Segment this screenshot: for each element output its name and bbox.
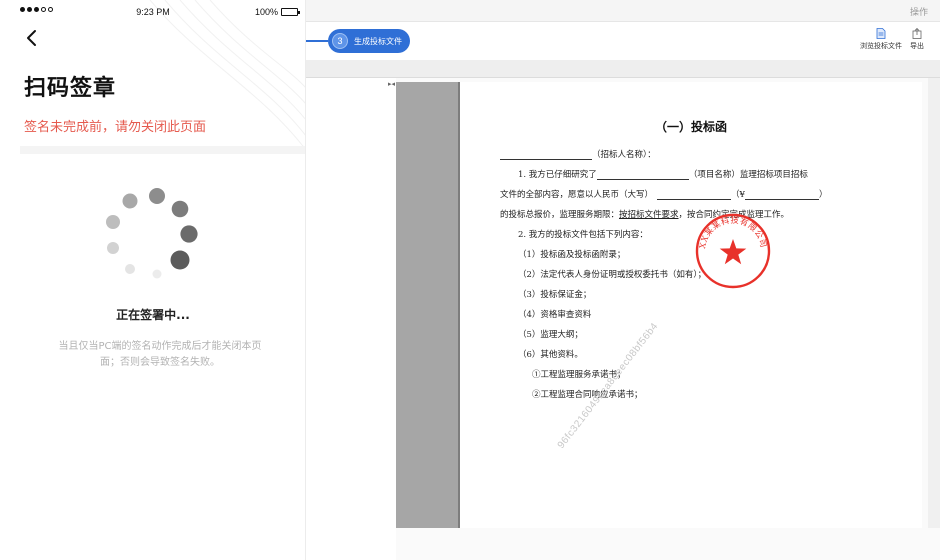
document-watermark: 96fc3216049bca8eeec08bf56b4: [555, 320, 661, 451]
recipient-suffix: （招标人名称）：: [592, 150, 656, 160]
doc-item-3: （3）投标保证金；: [518, 290, 592, 300]
signing-note: 当且仅当PC端的签名动作完成后才能关闭本页面；否则会导致签名失败。: [58, 341, 262, 368]
doc-item-1: （1）投标函及投标函附录；: [518, 250, 626, 260]
export-button[interactable]: 导出: [910, 28, 924, 51]
doc-item-4: （4）资格审查资料: [518, 310, 592, 320]
status-bar: 9:23 PM 100%: [0, 0, 305, 24]
doc-item-5: （5）监理大纲；: [518, 330, 583, 340]
operation-label[interactable]: 操作: [910, 5, 928, 18]
battery-percent: 100%: [254, 7, 278, 17]
document-gray-rail: [396, 82, 460, 528]
doc-item-6: （6）其他资料。: [518, 350, 583, 360]
company-seal: XX某某科技有限公司: [695, 213, 771, 289]
doc-recipient-line: （招标人名称）：: [500, 148, 656, 160]
spinner-dot: [171, 200, 189, 218]
warning-text: 签名未完成前，请勿关闭此页面: [24, 120, 207, 135]
desktop-toolbar: 3 生成投标文件 浏览投标文件 导出: [306, 22, 940, 60]
page-title: 扫码签章: [24, 76, 117, 101]
spinner-dot: [107, 242, 119, 254]
export-label: 导出: [910, 42, 924, 50]
back-arrow-icon[interactable]: [24, 28, 40, 48]
doc-p2: 2. 我方的投标文件包括下列内容：: [518, 230, 648, 240]
p1-l2-a: 文件的全部内容，愿意以人民币（大写）: [500, 190, 654, 200]
doc-p1-line2: 文件的全部内容，愿意以人民币（大写） （¥ ）: [500, 188, 827, 200]
step-number: 3: [332, 33, 348, 49]
document-scrollbar[interactable]: [928, 78, 940, 560]
spinner-dot: [152, 269, 162, 279]
seal-star-icon: [719, 239, 747, 265]
blank-amount-number: [744, 191, 819, 200]
blank-recipient: [500, 151, 592, 160]
desktop-bottom-area: [396, 528, 940, 560]
p1-l1-a: 1. 我方已仔细研究了: [518, 170, 597, 180]
p1-l3-b: 按招标文件要求: [619, 210, 679, 220]
step-generate-bid-file[interactable]: 3 生成投标文件: [328, 29, 410, 53]
battery-icon: [281, 8, 300, 16]
mobile-screen: 9:23 PM 100% 扫码签章 签名未完成前，请勿关闭此页面 正在签署中..…: [0, 0, 306, 560]
spinner-icon: [106, 188, 198, 279]
p1-l2-b: （¥: [731, 190, 745, 200]
bid-document-page: （一）投标函 （招标人名称）： 1. 我方已仔细研究了 （项目名称）监理招标项目招…: [460, 82, 922, 528]
desktop-window: 操作 3 生成投标文件 浏览投标文件 导出 ▸◂ （一）投标函 （招标人名称）：…: [306, 0, 940, 560]
document-title: （一）投标函: [654, 120, 727, 134]
doc-p1-line1: 1. 我方已仔细研究了 （项目名称）监理招标项目招标: [518, 168, 808, 180]
p1-l3-a: 的投标总报价，监理服务期限：: [500, 210, 620, 220]
browse-bid-file-button[interactable]: 浏览投标文件: [860, 28, 902, 51]
spinner-dot: [125, 264, 135, 274]
spinner-dot: [170, 250, 190, 270]
doc-item-2: （2）法定代表人身份证明或授权委托书（如有）；: [518, 270, 707, 280]
browse-label: 浏览投标文件: [860, 42, 902, 50]
spinner-dot: [106, 215, 120, 229]
toolbar-gap: [306, 60, 940, 78]
browse-file-icon: [876, 28, 886, 39]
section-divider: [20, 146, 305, 154]
spinner-dot: [122, 193, 138, 209]
desktop-topbar: 操作: [306, 0, 940, 22]
export-icon: [912, 28, 922, 39]
collapse-chevron-icon[interactable]: ▸◂: [388, 80, 395, 88]
p1-l1-b: （项目名称）监理招标项目招标: [688, 170, 808, 180]
desktop-left-panel: [306, 78, 396, 560]
p1-l2-c: ）: [818, 190, 828, 200]
doc-subitem-2: ②工程监理合同响应承诺书；: [532, 390, 643, 400]
spinner-dot: [149, 188, 165, 204]
spinner-dot: [180, 225, 198, 243]
blank-amount-words: [657, 191, 732, 200]
signing-status-text: 正在签署中...: [116, 308, 190, 322]
step-label: 生成投标文件: [354, 36, 402, 46]
blank-project-name: [596, 171, 689, 180]
step-progress-line: [306, 40, 328, 42]
